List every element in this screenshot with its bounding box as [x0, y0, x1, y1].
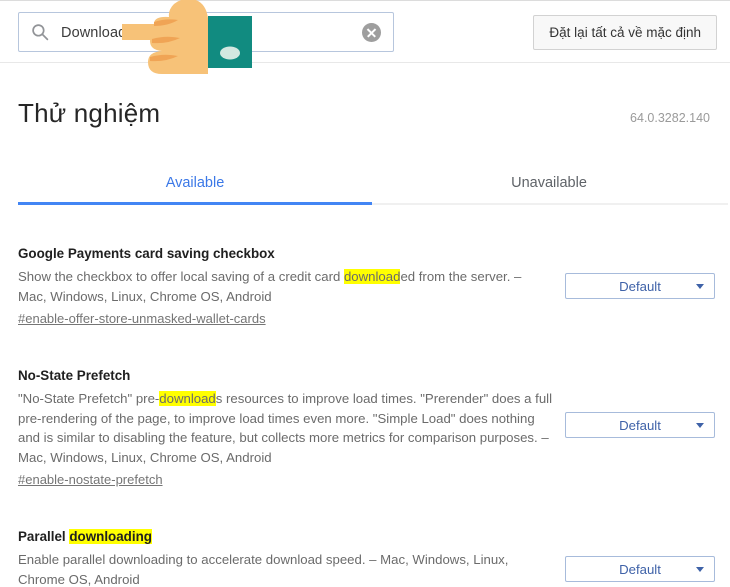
- search-input[interactable]: Download: [18, 12, 394, 52]
- search-highlight: downloading: [69, 529, 152, 544]
- tab-bar: Available Unavailable: [18, 168, 728, 206]
- flag-description: Show the checkbox to offer local saving …: [18, 269, 522, 304]
- page-heading: Thử nghiệm 64.0.3282.140: [0, 98, 730, 148]
- chevron-down-icon: [696, 283, 704, 289]
- flag-description: Enable parallel downloading to accelerat…: [18, 552, 509, 587]
- search-input-value: Download: [61, 23, 362, 41]
- flag-text: Parallel downloading Enable parallel dow…: [18, 527, 553, 587]
- text-caret: [127, 23, 129, 40]
- flag-row: No-State Prefetch "No-State Prefetch" pr…: [0, 354, 730, 489]
- flag-state-select[interactable]: Default: [565, 556, 715, 582]
- flag-state-select[interactable]: Default: [565, 273, 715, 299]
- flag-state-select[interactable]: Default: [565, 412, 715, 438]
- flag-text: Google Payments card saving checkbox Sho…: [18, 244, 553, 328]
- flag-permalink[interactable]: #enable-nostate-prefetch: [18, 472, 163, 487]
- flag-title: Google Payments card saving checkbox: [18, 246, 275, 261]
- search-highlight: download: [159, 391, 216, 406]
- tab-unavailable[interactable]: Unavailable: [372, 168, 726, 206]
- search-input-text: Download: [61, 24, 127, 41]
- flag-description: "No-State Prefetch" pre-downloads resour…: [18, 391, 553, 465]
- search-icon: [31, 23, 49, 41]
- flag-state-select-value: Default: [619, 278, 661, 294]
- flag-row: Google Payments card saving checkbox Sho…: [0, 232, 730, 328]
- reset-all-to-default-button[interactable]: Đặt lại tất cả về mặc định: [533, 15, 717, 50]
- tab-underline-track: [18, 202, 728, 205]
- chevron-down-icon: [696, 566, 704, 572]
- search-toolbar: Download Đặt lại tất cả về mặc định: [0, 0, 730, 63]
- flags-list: Google Payments card saving checkbox Sho…: [0, 232, 730, 587]
- chevron-down-icon: [696, 422, 704, 428]
- flag-text: No-State Prefetch "No-State Prefetch" pr…: [18, 366, 553, 489]
- flag-title: Parallel downloading: [18, 529, 152, 544]
- flag-title: No-State Prefetch: [18, 368, 131, 383]
- search-highlight: download: [343, 269, 401, 284]
- flag-row: Parallel downloading Enable parallel dow…: [0, 515, 730, 587]
- tab-active-indicator: [18, 202, 372, 205]
- clear-search-icon[interactable]: [362, 22, 381, 42]
- version-label: 64.0.3282.140: [630, 111, 710, 125]
- flag-permalink[interactable]: #enable-offer-store-unmasked-wallet-card…: [18, 311, 266, 326]
- tab-available[interactable]: Available: [18, 168, 372, 206]
- page-title: Thử nghiệm: [18, 98, 161, 128]
- flag-state-select-value: Default: [619, 561, 661, 577]
- flag-state-select-value: Default: [619, 417, 661, 433]
